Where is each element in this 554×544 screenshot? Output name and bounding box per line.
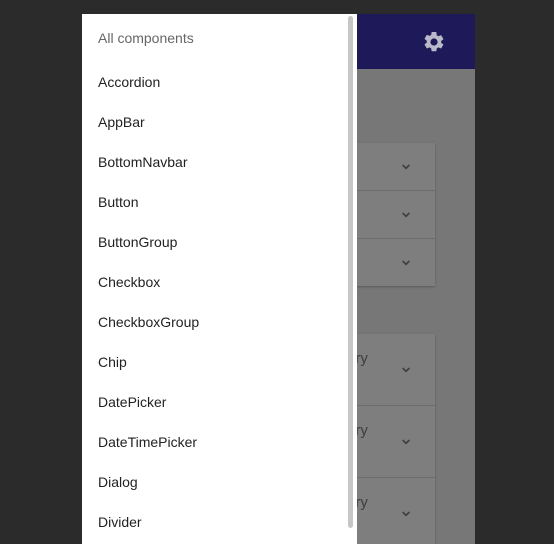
drawer-scrollbar[interactable] (348, 16, 353, 528)
drawer-item-button[interactable]: Button (82, 182, 348, 222)
drawer-item-divider[interactable]: Divider (82, 502, 348, 542)
chevron-down-icon (402, 260, 410, 266)
drawer-item-checkboxgroup[interactable]: CheckboxGroup (82, 302, 348, 342)
gear-icon[interactable] (422, 30, 446, 54)
chevron-down-icon (402, 367, 410, 373)
drawer-list: Accordion AppBar BottomNavbar Button But… (82, 62, 348, 542)
chevron-down-icon (402, 439, 410, 445)
chevron-down-icon (402, 212, 410, 218)
drawer-item-appbar[interactable]: AppBar (82, 102, 348, 142)
chevron-down-icon (402, 511, 410, 517)
navigation-drawer: All components Accordion AppBar BottomNa… (82, 14, 357, 544)
drawer-item-bottomnavbar[interactable]: BottomNavbar (82, 142, 348, 182)
drawer-item-chip[interactable]: Chip (82, 342, 348, 382)
drawer-item-datetimepicker[interactable]: DateTimePicker (82, 422, 348, 462)
drawer-item-dialog[interactable]: Dialog (82, 462, 348, 502)
drawer-item-accordion[interactable]: Accordion (82, 62, 348, 102)
drawer-item-buttongroup[interactable]: ButtonGroup (82, 222, 348, 262)
chevron-down-icon (402, 164, 410, 170)
drawer-item-datepicker[interactable]: DatePicker (82, 382, 348, 422)
drawer-item-checkbox[interactable]: Checkbox (82, 262, 348, 302)
drawer-header: All components (98, 30, 194, 46)
